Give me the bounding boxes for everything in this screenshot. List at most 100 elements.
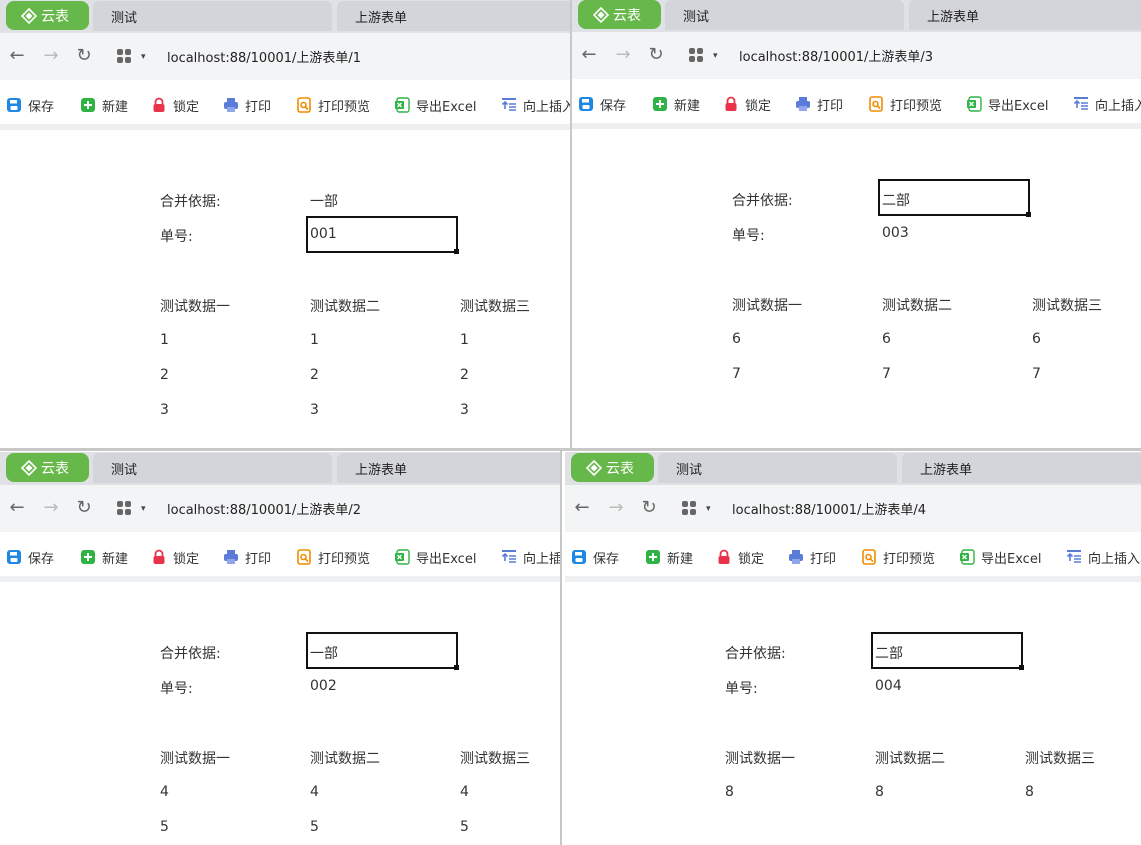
forward-arrow-icon[interactable]: → [605,497,627,519]
table-cell[interactable]: 1 [160,332,169,348]
back-arrow-icon[interactable]: ← [578,44,600,66]
tab-upstream-form[interactable]: 上游表单 [909,0,1141,30]
cell-selection-box[interactable] [306,632,459,670]
new-button[interactable]: 新建 [652,94,700,114]
table-cell[interactable]: 8 [875,784,884,800]
excel-icon [960,549,975,565]
browser-window-1: 云表 测试 上游表单 ← → ↻ ▾ localhost:88/10001/上游… [0,0,570,448]
reload-icon[interactable]: ↻ [73,497,95,519]
table-cell[interactable]: 4 [310,784,319,800]
print-preview-button[interactable]: 打印预览 [296,547,370,567]
table-cell[interactable]: 7 [1032,366,1041,382]
table-cell[interactable]: 5 [160,819,169,835]
table-cell[interactable]: 2 [160,367,169,383]
table-cell[interactable]: 1 [460,332,469,348]
table-cell[interactable]: 2 [460,367,469,383]
back-arrow-icon[interactable]: ← [571,497,593,519]
apps-grid-icon[interactable]: ▾ [682,501,714,517]
forward-arrow-icon[interactable]: → [612,44,634,66]
save-button[interactable]: 保存 [6,95,54,115]
table-cell[interactable]: 3 [310,402,319,418]
print-button[interactable]: 打印 [223,547,271,567]
reload-icon[interactable]: ↻ [645,44,667,66]
lock-button[interactable]: 锁定 [716,547,764,567]
table-cell[interactable]: 6 [1032,331,1041,347]
print-label: 打印 [810,551,837,567]
url-input[interactable]: localhost:88/10001/上游表单/3 [739,46,933,65]
print-preview-button[interactable]: 打印预览 [296,95,370,115]
tab-bar: 云表 测试 上游表单 [572,0,1141,32]
forward-arrow-icon[interactable]: → [40,45,62,67]
app-tab-yunbiao[interactable]: 云表 [571,453,654,482]
insert-above-button[interactable]: 向上插入 [1066,547,1140,567]
table-cell[interactable]: 8 [725,784,734,800]
table-cell[interactable]: 6 [882,331,891,347]
new-button[interactable]: 新建 [645,547,693,567]
url-input[interactable]: localhost:88/10001/上游表单/2 [167,499,361,518]
table-cell[interactable]: 4 [160,784,169,800]
table-cell[interactable]: 6 [732,331,741,347]
table-cell[interactable]: 3 [460,402,469,418]
tab-test[interactable]: 测试 [665,0,904,30]
table-cell[interactable]: 3 [160,402,169,418]
table-cell[interactable]: 1 [310,332,319,348]
tab-upstream-form[interactable]: 上游表单 [337,453,560,483]
printer-icon [796,97,810,111]
table-cell[interactable]: 5 [310,819,319,835]
order-number-field[interactable]: 003 [882,225,909,241]
print-button[interactable]: 打印 [788,547,836,567]
tab-test[interactable]: 测试 [93,1,332,31]
app-tab-yunbiao[interactable]: 云表 [6,453,89,482]
save-button[interactable]: 保存 [6,547,54,567]
table-cell[interactable]: 7 [882,366,891,382]
tab-upstream-form[interactable]: 上游表单 [902,453,1141,483]
export-excel-button[interactable]: 导出Excel [966,94,1048,114]
apps-grid-icon[interactable]: ▾ [117,501,149,517]
merge-basis-field[interactable]: 一部 [310,191,338,211]
reload-icon[interactable]: ↻ [73,45,95,67]
lock-button[interactable]: 锁定 [151,95,199,115]
app-tab-yunbiao[interactable]: 云表 [578,0,661,29]
cell-selection-box[interactable] [871,632,1024,670]
back-arrow-icon[interactable]: ← [6,45,28,67]
table-cell[interactable]: 7 [732,366,741,382]
lock-button[interactable]: 锁定 [151,547,199,567]
table-cell[interactable]: 2 [310,367,319,383]
print-button[interactable]: 打印 [223,95,271,115]
table-cell[interactable]: 8 [1025,784,1034,800]
url-input[interactable]: localhost:88/10001/上游表单/1 [167,47,361,66]
table-cell[interactable]: 4 [460,784,469,800]
back-arrow-icon[interactable]: ← [6,497,28,519]
insert-above-button[interactable]: 向上插入 [501,547,560,567]
forward-arrow-icon[interactable]: → [40,497,62,519]
order-number-field[interactable]: 002 [310,678,337,694]
apps-grid-icon[interactable]: ▾ [689,48,721,64]
print-preview-button[interactable]: 打印预览 [868,94,942,114]
print-button[interactable]: 打印 [795,94,843,114]
tab-upstream-form[interactable]: 上游表单 [337,1,570,31]
export-excel-button[interactable]: 导出Excel [394,95,476,115]
apps-grid-icon[interactable]: ▾ [117,49,149,65]
tab-test[interactable]: 测试 [93,453,332,483]
save-button[interactable]: 保存 [571,547,619,567]
insert-above-button[interactable]: 向上插入 [1073,94,1141,114]
excel-icon [967,96,982,112]
save-label: 保存 [600,98,627,114]
new-button[interactable]: 新建 [80,95,128,115]
table-cell[interactable]: 5 [460,819,469,835]
reload-icon[interactable]: ↻ [638,497,660,519]
new-button[interactable]: 新建 [80,547,128,567]
app-tab-yunbiao[interactable]: 云表 [6,1,89,30]
tab-test[interactable]: 测试 [658,453,897,483]
save-button[interactable]: 保存 [578,94,626,114]
order-number-field[interactable]: 004 [875,678,902,694]
cell-selection-box[interactable] [306,216,459,254]
print-preview-button[interactable]: 打印预览 [861,547,935,567]
merge-basis-label: 合并依据: [725,646,786,662]
url-input[interactable]: localhost:88/10001/上游表单/4 [732,499,926,518]
lock-button[interactable]: 锁定 [723,94,771,114]
cell-selection-box[interactable] [878,179,1031,217]
export-excel-button[interactable]: 导出Excel [394,547,476,567]
insert-above-button[interactable]: 向上插入 [501,95,570,115]
export-excel-button[interactable]: 导出Excel [959,547,1041,567]
